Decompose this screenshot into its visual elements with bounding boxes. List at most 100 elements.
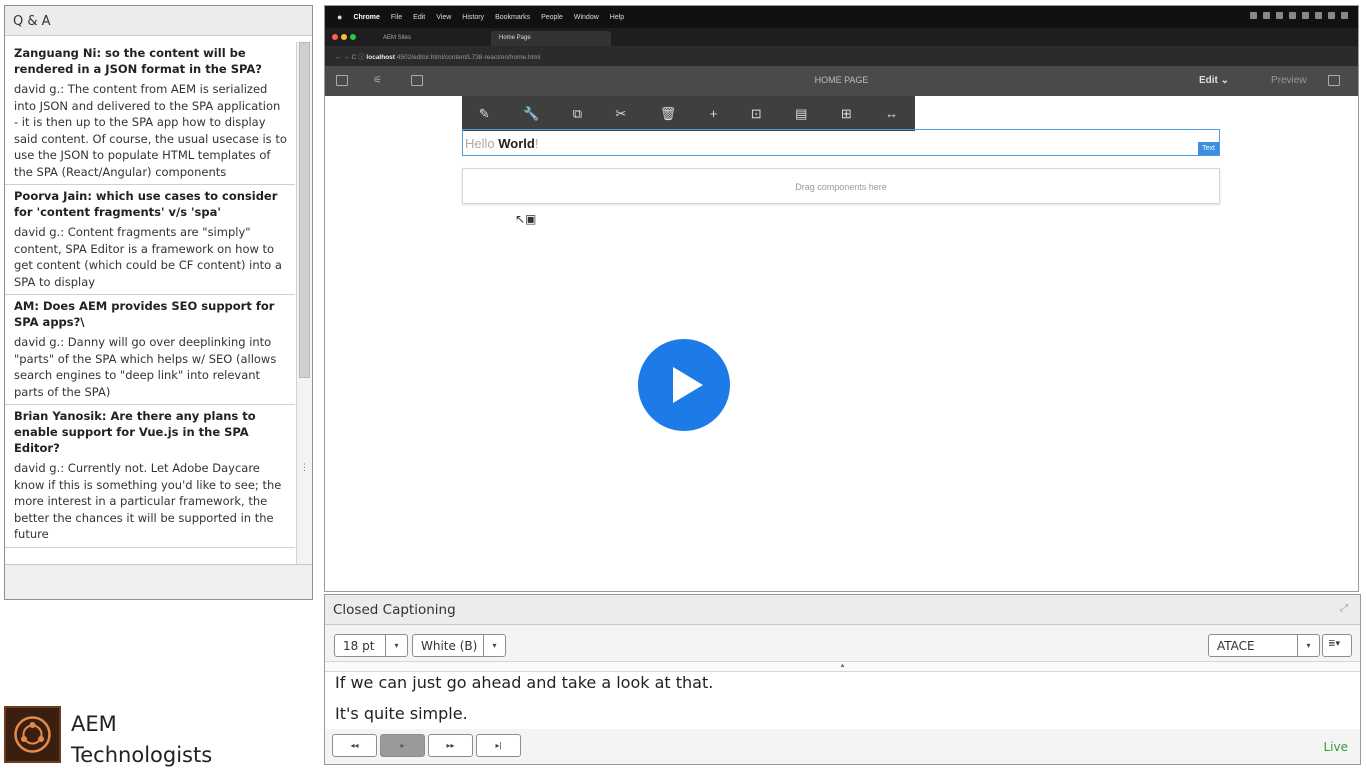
qa-question: AM: Does AEM provides SEO support for SP… [14,299,275,329]
caption-line: It's quite simple. [335,704,468,723]
status-icon [1328,12,1335,19]
plus-icon: + [709,106,718,121]
group-icon: ⊡ [750,105,762,121]
maximize-dot-icon [350,34,356,40]
fullscreen-icon[interactable]: ⤢ [1340,603,1348,614]
aem-edit-mode: Edit ⌄ [1199,75,1229,86]
minimize-dot-icon [341,34,347,40]
scissors-icon: ✂ [615,105,627,121]
menubar-item: Edit [413,13,426,21]
rewind-start-button[interactable]: ◂◂ [332,734,377,757]
options-menu-button[interactable]: ≣▾ [1322,634,1352,657]
mac-status-icons [1250,12,1348,19]
qa-answer: david g.: Danny will go over deeplinking… [14,335,277,399]
pencil-icon: ✎ [478,105,490,121]
menubar-item: Bookmarks [495,13,531,21]
drop-zone: Drag components here [462,168,1220,204]
address-bar: ← → C ⓘ localhost:4502/editor.html/conte… [325,46,1358,66]
qa-item: Brian Yanosik: Are there any plans to en… [5,405,295,548]
chevron-down-icon[interactable]: ▾ [385,635,407,656]
layout-icon: ▤ [795,105,808,121]
browser-tab-active: Home Page [491,31,611,46]
chevron-down-icon[interactable]: ▾ [1297,635,1319,656]
browser-tabs: AEM Sites Home Page [325,28,1358,46]
qa-list: Zanguang Ni: so the content will be rend… [5,42,295,564]
qa-scrollbar[interactable]: ⋮ [296,42,312,564]
caption-source-value: ATACE [1217,639,1255,653]
qa-question: Brian Yanosik: Are there any plans to en… [14,409,256,455]
status-icon [1315,12,1322,19]
font-size-value: 18 pt [343,639,375,653]
component-toolbar: ✎ 🔧 ⧉ ✂ 🗑 + ⊡ ▤ ⊞ ↔ [462,96,915,131]
cc-title: Closed Captioning [325,595,1360,625]
aem-edit-label: Edit [1199,75,1218,86]
play-pause-button[interactable]: ▸ [380,734,425,757]
trash-icon: 🗑 [659,105,677,121]
qa-item: Poorva Jain: which use cases to consider… [5,185,295,295]
closed-captioning-panel: Closed Captioning ⤢ 18 pt ▾ White (B) ▾ … [324,594,1361,765]
menubar-item: View [436,13,452,21]
menubar-item: File [390,13,403,21]
play-button[interactable] [638,339,730,431]
menubar-item: People [541,13,563,21]
screenshare-video[interactable]: ● Chrome File Edit View History Bookmark… [324,5,1359,592]
wrench-icon: 🔧 [523,105,540,121]
qa-item: Zanguang Ni: so the content will be rend… [5,42,295,185]
url-path: :4502/editor.html/content/L738-react/en/… [394,54,541,61]
copy-icon: ⧉ [572,105,582,121]
live-status: Live [1323,740,1348,754]
qa-item: AM: Does AEM provides SEO support for SP… [5,295,295,405]
qa-question: Zanguang Ni: so the content will be rend… [14,46,262,76]
caption-line: If we can just go ahead and take a look … [335,673,714,692]
color-select[interactable]: White (B) ▾ [412,634,506,657]
status-icon [1263,12,1270,19]
cc-playback-controls: ◂◂ ▸ ▸▸ ▸| Live [325,729,1360,764]
text-component: Hello World! Text [462,129,1220,156]
component-text-part: Hello [465,136,499,151]
brand-line-2: Technologists [71,743,213,767]
menubar-item: Help [609,13,625,21]
browser-tab: AEM Sites [383,35,412,41]
qa-answer: david g.: The content from AEM is serial… [14,82,287,179]
fast-forward-button[interactable]: ▸▸ [428,734,473,757]
nav-icons: ← → C ⓘ [335,54,367,61]
arrows-horizontal-icon: ↔ [885,106,899,121]
skip-end-button[interactable]: ▸| [476,734,521,757]
qa-answer: david g.: Currently not. Let Adobe Dayca… [14,461,282,541]
aem-logo-icon [4,706,61,763]
color-value: White (B) [421,639,478,653]
close-dot-icon [332,34,338,40]
status-icon [1289,12,1296,19]
qa-footer [5,564,312,599]
status-icon [1341,12,1348,19]
menubar-item: Window [573,13,599,21]
component-text-bold: World [498,136,535,151]
font-size-select[interactable]: 18 pt ▾ [334,634,408,657]
chevron-down-icon: ⌄ [1220,75,1230,86]
grid-icon: ⊞ [840,105,852,121]
status-icon [1276,12,1283,19]
component-text-part: ! [534,136,539,151]
brand-line-1: AEM [71,712,117,736]
menubar-item: History [462,13,485,21]
aem-editor-bar: ⚟ HOME PAGE Edit ⌄ Preview [325,66,1358,96]
qa-title: Q & A [5,6,312,36]
grip-icon[interactable]: ⋮ [300,462,309,473]
qa-scroll-thumb[interactable] [299,42,310,378]
aem-preview: Preview [1271,75,1307,86]
chevron-down-icon[interactable]: ▾ [483,635,505,656]
url-host: localhost [366,54,395,61]
caption-source-select[interactable]: ATACE ▾ [1208,634,1320,657]
status-icon [1302,12,1309,19]
brand-name: AEM Technologists [71,709,212,768]
cc-splitter[interactable]: ▲ [325,661,1360,672]
page-info-icon [1328,75,1340,86]
qa-answer: david g.: Content fragments are "simply"… [14,225,282,289]
component-text: Hello World! [465,136,538,151]
menubar-app: Chrome [353,13,380,21]
apple-icon: ● [337,12,343,22]
status-icon [1250,12,1257,19]
brand: AEM Technologists [4,706,314,768]
component-tag: Text [1198,142,1219,155]
list-icon: ≣▾ [1328,639,1341,649]
